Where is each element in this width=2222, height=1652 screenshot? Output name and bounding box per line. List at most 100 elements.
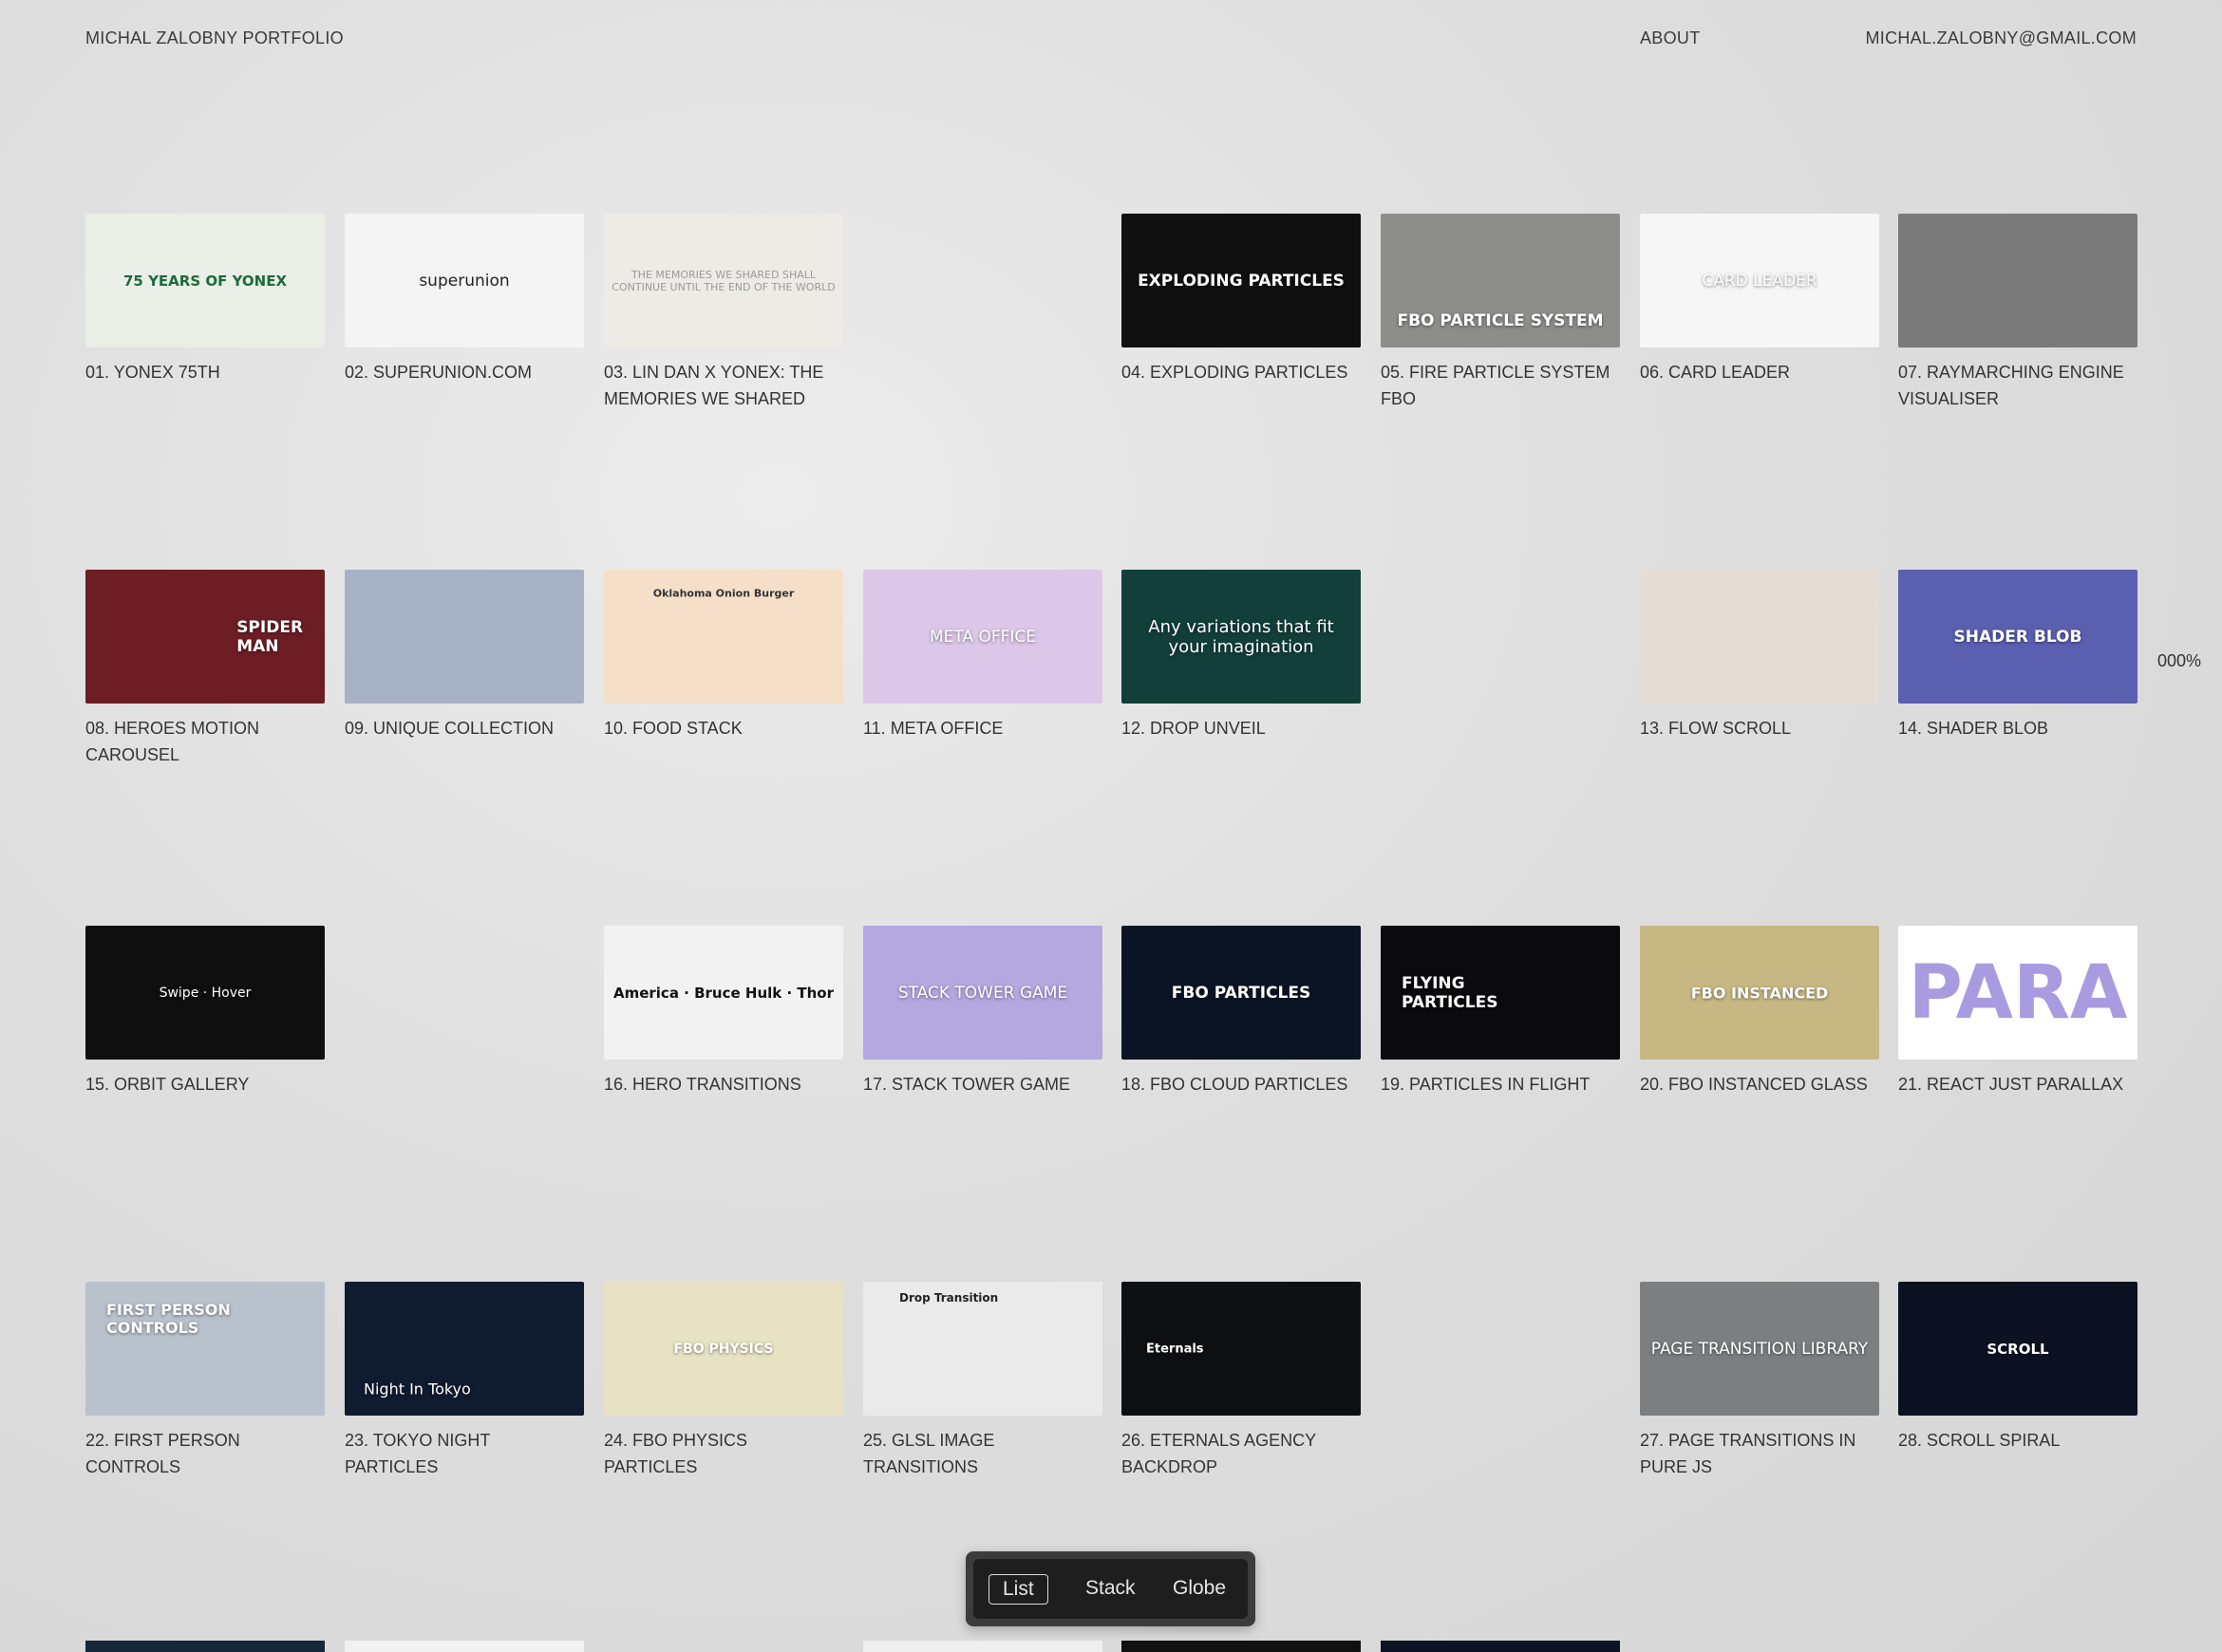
project-caption[interactable]: 13. FLOW SCROLL [1640,715,1879,742]
project-thumbnail[interactable]: Any variations that fit your imagination [1121,570,1361,704]
project-card[interactable]: 13. FLOW SCROLL [1640,570,1879,742]
project-caption[interactable]: 16. HERO TRANSITIONS [604,1071,843,1098]
view-switcher: List Stack Globe [966,1551,1255,1626]
project-caption[interactable]: 03. LIN DAN X YONEX: THE MEMORIES WE SHA… [604,359,843,412]
project-card[interactable]: THE MEMORIES WE SHARED SHALL CONTINUE UN… [604,214,843,412]
project-caption[interactable]: 28. SCROLL SPIRAL [1898,1427,2137,1454]
about-link[interactable]: ABOUT [1640,28,1701,48]
project-thumbnail[interactable]: FBO PHYSICS [604,1282,843,1416]
project-card[interactable]: superunion 02. SUPERUNION.COM [345,214,584,385]
project-caption[interactable]: 09. UNIQUE COLLECTION [345,715,584,742]
project-thumbnail[interactable]: SHADER BLOB [1898,570,2137,704]
project-card[interactable]: Swipe · Hover 15. ORBIT GALLERY [85,926,325,1098]
project-card[interactable]: SHADER BLOB 14. SHADER BLOB [1898,570,2137,742]
project-thumbnail[interactable]: America · Bruce Hulk · Thor [604,926,843,1060]
project-thumbnail[interactable]: META OFFICE [863,570,1102,704]
project-caption[interactable]: 24. FBO PHYSICS PARTICLES [604,1427,843,1480]
project-caption[interactable]: 27. PAGE TRANSITIONS IN PURE JS [1640,1427,1879,1480]
project-caption[interactable]: 25. GLSL IMAGE TRANSITIONS [863,1427,1102,1480]
project-thumbnail[interactable]: FBO PARTICLES [1121,926,1361,1060]
project-card[interactable]: SCROLL 28. SCROLL SPIRAL [1898,1282,2137,1454]
thumbnail-text: FBO INSTANCED [1690,984,1829,1002]
project-card[interactable]: Drop Transition 25. GLSL IMAGE TRANSITIO… [863,1282,1102,1480]
project-caption[interactable]: 08. HEROES MOTION CAROUSEL [85,715,325,768]
thumbnail-text: EXPLODING PARTICLES [1138,271,1345,291]
project-caption[interactable]: 07. RAYMARCHING ENGINE VISUALISER [1898,359,2137,412]
project-thumbnail-partial[interactable] [85,1641,325,1652]
project-thumbnail[interactable]: CARD LEADER [1640,214,1879,347]
thumbnail-text: PAGE TRANSITION LIBRARY [1650,1339,1869,1359]
project-thumbnail[interactable]: Night In Tokyo [345,1282,584,1416]
project-caption[interactable]: 21. REACT JUST PARALLAX [1898,1071,2137,1098]
project-thumbnail[interactable]: STACK TOWER GAME [863,926,1102,1060]
project-card[interactable]: Night In Tokyo 23. TOKYO NIGHT PARTICLES [345,1282,584,1480]
project-card[interactable]: Any variations that fit your imagination… [1121,570,1361,742]
project-caption[interactable]: 06. CARD LEADER [1640,359,1879,385]
project-caption[interactable]: 01. YONEX 75TH [85,359,325,385]
project-thumbnail[interactable] [345,570,584,704]
project-caption[interactable]: 20. FBO INSTANCED GLASS [1640,1071,1879,1098]
project-thumbnail[interactable]: Oklahoma Onion Burger [604,570,843,704]
project-caption[interactable]: 17. STACK TOWER GAME [863,1071,1102,1098]
project-thumbnail[interactable]: SPIDER MAN [85,570,325,704]
project-card[interactable]: 07. RAYMARCHING ENGINE VISUALISER [1898,214,2137,412]
project-card[interactable]: 09. UNIQUE COLLECTION [345,570,584,742]
project-card[interactable]: 75 YEARS OF YONEX 01. YONEX 75TH [85,214,325,385]
project-thumbnail[interactable]: Swipe · Hover [85,926,325,1060]
project-card[interactable]: Oklahoma Onion Burger 10. FOOD STACK [604,570,843,742]
project-thumbnail[interactable]: FBO INSTANCED [1640,926,1879,1060]
project-thumbnail[interactable]: FBO PARTICLE SYSTEM [1381,214,1620,347]
project-card[interactable]: FBO PHYSICS 24. FBO PHYSICS PARTICLES [604,1282,843,1480]
project-thumbnail[interactable]: THE MEMORIES WE SHARED SHALL CONTINUE UN… [604,214,843,347]
project-card[interactable]: Eternals 26. ETERNALS AGENCY BACKDROP [1121,1282,1361,1480]
project-caption[interactable]: 23. TOKYO NIGHT PARTICLES [345,1427,584,1480]
email-link[interactable]: MICHAL.ZALOBNY@GMAIL.COM [1865,28,2137,48]
view-stack-button[interactable]: Stack [1072,1574,1149,1603]
project-thumbnail-partial[interactable] [1381,1641,1620,1652]
project-caption[interactable]: 10. FOOD STACK [604,715,843,742]
project-card[interactable]: SPIDER MAN 08. HEROES MOTION CAROUSEL [85,570,325,768]
project-card[interactable]: STACK TOWER GAME 17. STACK TOWER GAME [863,926,1102,1098]
project-caption[interactable]: 11. META OFFICE [863,715,1102,742]
project-card[interactable]: FBO PARTICLE SYSTEM 05. FIRE PARTICLE SY… [1381,214,1620,412]
project-thumbnail[interactable] [1640,570,1879,704]
project-thumbnail-partial[interactable] [345,1641,584,1652]
project-card[interactable]: PAGE TRANSITION LIBRARY 27. PAGE TRANSIT… [1640,1282,1879,1480]
project-caption[interactable]: 18. FBO CLOUD PARTICLES [1121,1071,1361,1098]
project-caption[interactable]: 26. ETERNALS AGENCY BACKDROP [1121,1427,1361,1480]
project-caption[interactable]: 12. DROP UNVEIL [1121,715,1361,742]
project-caption[interactable]: 22. FIRST PERSON CONTROLS [85,1427,325,1480]
project-thumbnail[interactable]: PARA [1898,926,2137,1060]
project-caption[interactable]: 02. SUPERUNION.COM [345,359,584,385]
project-thumbnail[interactable]: Drop Transition [863,1282,1102,1416]
project-thumbnail[interactable]: EXPLODING PARTICLES [1121,214,1361,347]
project-caption[interactable]: 15. ORBIT GALLERY [85,1071,325,1098]
view-globe-button[interactable]: Globe [1159,1574,1239,1603]
project-thumbnail[interactable]: 75 YEARS OF YONEX [85,214,325,347]
project-caption[interactable]: 14. SHADER BLOB [1898,715,2137,742]
project-thumbnail-partial[interactable] [1121,1641,1361,1652]
project-card[interactable]: FBO INSTANCED 20. FBO INSTANCED GLASS [1640,926,1879,1098]
project-card[interactable]: META OFFICE 11. META OFFICE [863,570,1102,742]
project-card[interactable]: EXPLODING PARTICLES 04. EXPLODING PARTIC… [1121,214,1361,385]
project-card[interactable]: FLYING PARTICLES 19. PARTICLES IN FLIGHT [1381,926,1620,1098]
project-thumbnail[interactable]: SCROLL [1898,1282,2137,1416]
project-thumbnail[interactable] [1898,214,2137,347]
project-card[interactable]: FIRST PERSON CONTROLS 22. FIRST PERSON C… [85,1282,325,1480]
project-card[interactable]: PARA 21. REACT JUST PARALLAX [1898,926,2137,1098]
project-card[interactable]: America · Bruce Hulk · Thor 16. HERO TRA… [604,926,843,1098]
thumbnail-text: SPIDER MAN [236,617,304,656]
view-list-button[interactable]: List [989,1574,1048,1605]
project-thumbnail[interactable]: FIRST PERSON CONTROLS [85,1282,325,1416]
project-card[interactable]: CARD LEADER 06. CARD LEADER [1640,214,1879,385]
project-thumbnail[interactable]: Eternals [1121,1282,1361,1416]
project-thumbnail[interactable]: superunion [345,214,584,347]
project-caption[interactable]: 04. EXPLODING PARTICLES [1121,359,1361,385]
project-card[interactable]: FBO PARTICLES 18. FBO CLOUD PARTICLES [1121,926,1361,1098]
project-thumbnail[interactable]: FLYING PARTICLES [1381,926,1620,1060]
portfolio-title[interactable]: MICHAL ZALOBNY PORTFOLIO [85,28,344,48]
project-thumbnail-partial[interactable] [863,1641,1102,1652]
project-caption[interactable]: 19. PARTICLES IN FLIGHT [1381,1071,1620,1098]
project-thumbnail[interactable]: PAGE TRANSITION LIBRARY [1640,1282,1879,1416]
project-caption[interactable]: 05. FIRE PARTICLE SYSTEM FBO [1381,359,1620,412]
